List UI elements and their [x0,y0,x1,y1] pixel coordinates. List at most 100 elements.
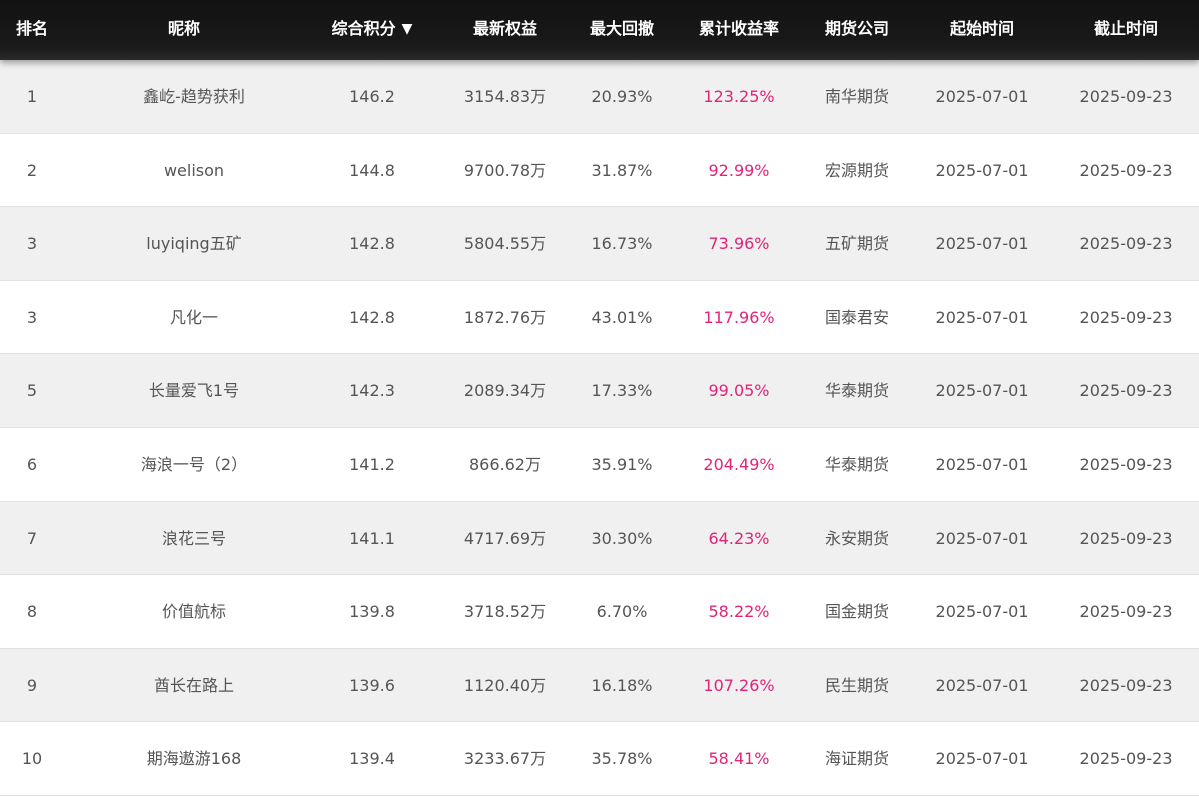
table-row[interactable]: 5 长量爱飞1号 142.3 2089.34万 17.33% 99.05% 华泰期货 2025… [0,354,1199,428]
end-time-cell: 2025-09-23 [1079,307,1173,327]
nickname-cell[interactable]: 酋长在路上 [154,649,234,722]
rank-cell: 7 [26,528,38,548]
nickname-cell[interactable]: welison [164,134,224,207]
header-drawdown[interactable]: 最大回撤 [590,0,654,58]
rank-cell: 1 [26,87,38,106]
equity-cell: 3154.83万 [463,87,547,106]
drawdown-cell: 16.18% [591,675,653,695]
nickname-cell[interactable]: 期海遨游168 [147,722,242,795]
start-time-cell: 2025-07-01 [935,675,1029,695]
company-cell: 南华期货 [824,87,890,106]
table-row[interactable]: 1 鑫屹-趋势获利 146.2 3154.83万 20.93% 123.25% 南华期货 20… [0,60,1199,134]
header-nickname[interactable]: 昵称 [168,0,200,58]
end-time-cell: 2025-09-23 [1079,602,1173,622]
drawdown-cell: 30.30% [591,528,653,548]
return-rate-cell: 99.05% [708,381,770,401]
return-rate-cell: 58.22% [708,602,770,622]
rank-cell: 6 [26,454,38,474]
equity-cell: 866.62万 [469,454,541,474]
equity-cell: 3233.67万 [463,749,547,769]
start-time-cell: 2025-07-01 [935,602,1029,622]
table-row[interactable]: 6 海浪一号（2） 141.2 866.62万 35.91% 204.49% 华泰期货 202… [0,427,1199,502]
score-cell: 141.2 [349,454,395,474]
return-rate-cell: 123.25% [703,87,775,106]
drawdown-cell: 31.87% [591,160,653,180]
return-rate-cell: 64.23% [708,528,770,548]
end-time-cell: 2025-09-23 [1079,749,1173,769]
score-cell: 142.8 [349,307,395,327]
equity-cell: 1872.76万 [463,307,547,327]
start-time-cell: 2025-07-01 [935,160,1029,180]
company-cell: 华泰期货 [824,381,890,401]
start-time-cell: 2025-07-01 [935,381,1029,401]
score-cell: 144.8 [349,160,395,180]
drawdown-cell: 17.33% [591,381,653,401]
header-end-time[interactable]: 截止时间 [1094,0,1158,58]
drawdown-cell: 35.78% [591,749,653,769]
header-return-rate[interactable]: 累计收益率 [699,0,779,58]
company-cell: 国金期货 [824,602,890,622]
score-cell: 142.3 [349,381,395,401]
return-rate-cell: 58.41% [708,749,770,769]
start-time-cell: 2025-07-01 [935,234,1029,254]
drawdown-cell: 16.73% [591,234,653,254]
start-time-cell: 2025-07-01 [935,454,1029,474]
table-row[interactable]: 3 luyiqing五矿 142.8 5804.55万 16.73% 73.96% 五矿期货… [0,207,1199,281]
table-row[interactable]: 2 welison 144.8 9700.78万 31.87% 92.99% 宏源期货 202… [0,133,1199,208]
table-row[interactable]: 8 价值航标 139.8 3718.52万 6.70% 58.22% 国金期货 2025-07… [0,575,1199,649]
equity-cell: 3718.52万 [463,602,547,622]
drawdown-cell: 43.01% [591,307,653,327]
nickname-cell[interactable]: luyiqing五矿 [146,207,241,280]
sort-desc-icon[interactable]: ▼ [402,0,413,58]
end-time-cell: 2025-09-23 [1079,528,1173,548]
equity-cell: 1120.40万 [463,675,547,695]
company-cell: 华泰期货 [824,454,890,474]
start-time-cell: 2025-07-01 [935,528,1029,548]
start-time-cell: 2025-07-01 [935,749,1029,769]
nickname-cell[interactable]: 凡化一 [170,281,218,354]
header-start-time[interactable]: 起始时间 [950,0,1014,58]
return-rate-cell: 204.49% [703,454,775,474]
header-company[interactable]: 期货公司 [825,0,889,58]
table-row[interactable]: 3 凡化一 142.8 1872.76万 43.01% 117.96% 国泰君安 2025-0… [0,280,1199,355]
rank-cell: 3 [26,234,38,254]
table-row[interactable]: 7 浪花三号 141.1 4717.69万 30.30% 64.23% 永安期货 2025-0… [0,501,1199,576]
return-rate-cell: 117.96% [703,307,775,327]
header-score[interactable]: 综合积分 ▼ [332,0,413,58]
drawdown-cell: 35.91% [591,454,653,474]
end-time-cell: 2025-09-23 [1079,381,1173,401]
table-body: 1 鑫屹-趋势获利 146.2 3154.83万 20.93% 123.25% 南华期货 20… [0,60,1199,796]
nickname-cell[interactable]: 鑫屹-趋势获利 [143,60,245,133]
start-time-cell: 2025-07-01 [935,307,1029,327]
rank-cell: 5 [26,381,38,401]
table-header: 排名 昵称 综合积分 ▼ 最新权益 最大回撤 累计收益率 期货公司 起始时间 截止… [0,0,1199,60]
nickname-cell[interactable]: 价值航标 [162,575,226,648]
company-cell: 海证期货 [824,749,890,769]
header-rank[interactable]: 排名 [16,0,48,58]
nickname-cell[interactable]: 浪花三号 [162,502,226,575]
drawdown-cell: 20.93% [591,87,653,106]
nickname-cell[interactable]: 海浪一号（2） [141,428,247,501]
score-cell: 142.8 [349,234,395,254]
nickname-cell[interactable]: 长量爱飞1号 [149,354,239,427]
header-score-label: 综合积分 [331,19,396,38]
company-cell: 民生期货 [824,675,890,695]
start-time-cell: 2025-07-01 [935,87,1029,106]
end-time-cell: 2025-09-23 [1079,454,1173,474]
drawdown-cell: 6.70% [596,602,648,622]
header-equity[interactable]: 最新权益 [473,0,537,58]
table-row[interactable]: 9 酋长在路上 139.6 1120.40万 16.18% 107.26% 民生期货 2025… [0,648,1199,723]
score-cell: 141.1 [349,528,395,548]
rank-cell: 8 [26,602,38,622]
table-row[interactable]: 10 期海遨游168 139.4 3233.67万 35.78% 58.41% 海证期货 20… [0,722,1199,796]
company-cell: 宏源期货 [824,160,890,180]
end-time-cell: 2025-09-23 [1079,234,1173,254]
rank-cell: 9 [26,675,38,695]
equity-cell: 5804.55万 [463,234,547,254]
company-cell: 国泰君安 [824,307,890,327]
score-cell: 146.2 [349,87,395,106]
return-rate-cell: 73.96% [708,234,770,254]
end-time-cell: 2025-09-23 [1079,675,1173,695]
company-cell: 五矿期货 [824,234,890,254]
return-rate-cell: 107.26% [703,675,775,695]
